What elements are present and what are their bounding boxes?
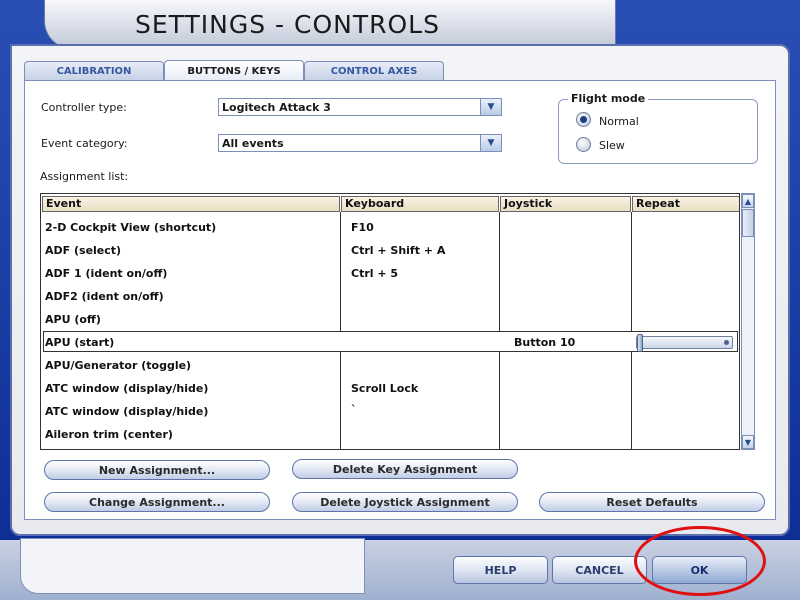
table-cell-keyboard[interactable]: `: [351, 403, 357, 416]
repeat-slider[interactable]: [636, 334, 733, 352]
table-cell-keyboard[interactable]: Ctrl + Shift + A: [351, 244, 445, 257]
slider-end-icon: [724, 340, 729, 345]
assignment-list-label: Assignment list:: [40, 170, 129, 183]
table-cell-event[interactable]: ADF (select): [45, 244, 121, 257]
column-header-event[interactable]: Event: [42, 196, 340, 212]
flight-mode-group: [558, 99, 758, 164]
chevron-down-icon[interactable]: ▼: [480, 99, 501, 115]
assignment-table[interactable]: Event Keyboard Joystick Repeat 2-D Cockp…: [40, 193, 740, 450]
table-cell-keyboard[interactable]: F10: [351, 221, 374, 234]
table-cell-event[interactable]: ADF 1 (ident on/off): [45, 267, 167, 280]
table-cell-keyboard[interactable]: Ctrl + 5: [351, 267, 398, 280]
flight-mode-title: Flight mode: [568, 92, 649, 105]
column-header-joystick[interactable]: Joystick: [500, 196, 631, 212]
radio-normal-label[interactable]: Normal: [599, 115, 639, 128]
cancel-button[interactable]: CANCEL: [552, 556, 647, 584]
table-cell-event[interactable]: ATC window (display/hide): [45, 405, 208, 418]
help-button[interactable]: HELP: [453, 556, 548, 584]
event-category-label: Event category:: [41, 137, 128, 150]
repeat-slider-handle[interactable]: [637, 334, 643, 352]
table-row-selected[interactable]: [43, 331, 738, 352]
table-scrollbar[interactable]: ▲ ▼: [741, 193, 755, 450]
controller-type-select[interactable]: Logitech Attack 3 ▼: [218, 98, 502, 116]
tab-buttons-keys[interactable]: BUTTONS / KEYS: [164, 60, 304, 81]
table-cell-event[interactable]: ATC window (display/hide): [45, 382, 208, 395]
tab-calibration[interactable]: CALIBRATION: [24, 61, 164, 81]
table-cell-joystick[interactable]: Button 10: [514, 336, 575, 349]
highlight-circle: [634, 526, 766, 596]
table-cell-keyboard[interactable]: Scroll Lock: [351, 382, 418, 395]
radio-slew-label[interactable]: Slew: [599, 139, 625, 152]
arrow-up-icon[interactable]: ▲: [742, 194, 754, 208]
title-bar: SETTINGS - CONTROLS: [44, 0, 616, 49]
radio-slew[interactable]: [576, 137, 591, 152]
reset-defaults-button[interactable]: Reset Defaults: [539, 492, 765, 512]
change-assignment-button[interactable]: Change Assignment...: [44, 492, 270, 512]
table-cell-event[interactable]: APU/Generator (toggle): [45, 359, 191, 372]
chevron-down-icon[interactable]: ▼: [480, 135, 501, 151]
new-assignment-button[interactable]: New Assignment...: [44, 460, 270, 480]
event-category-select[interactable]: All events ▼: [218, 134, 502, 152]
table-cell-event[interactable]: ADF2 (ident on/off): [45, 290, 164, 303]
delete-joystick-assignment-button[interactable]: Delete Joystick Assignment: [292, 492, 518, 512]
table-cell-event[interactable]: APU (start): [45, 336, 114, 349]
window-title: SETTINGS - CONTROLS: [135, 10, 440, 39]
radio-normal[interactable]: [576, 112, 591, 127]
controller-type-label: Controller type:: [41, 101, 127, 114]
scrollbar-thumb[interactable]: [742, 209, 754, 237]
column-header-repeat[interactable]: Repeat: [632, 196, 739, 212]
event-category-value: All events: [222, 137, 284, 150]
tab-control-axes[interactable]: CONTROL AXES: [304, 61, 444, 81]
table-cell-event[interactable]: Aileron trim (center): [45, 428, 173, 441]
controller-type-value: Logitech Attack 3: [222, 101, 331, 114]
table-cell-event[interactable]: 2-D Cockpit View (shortcut): [45, 221, 216, 234]
delete-key-assignment-button[interactable]: Delete Key Assignment: [292, 459, 518, 479]
arrow-down-icon[interactable]: ▼: [742, 435, 754, 449]
column-header-keyboard[interactable]: Keyboard: [341, 196, 499, 212]
status-area: [20, 538, 365, 594]
table-cell-event[interactable]: APU (off): [45, 313, 101, 326]
